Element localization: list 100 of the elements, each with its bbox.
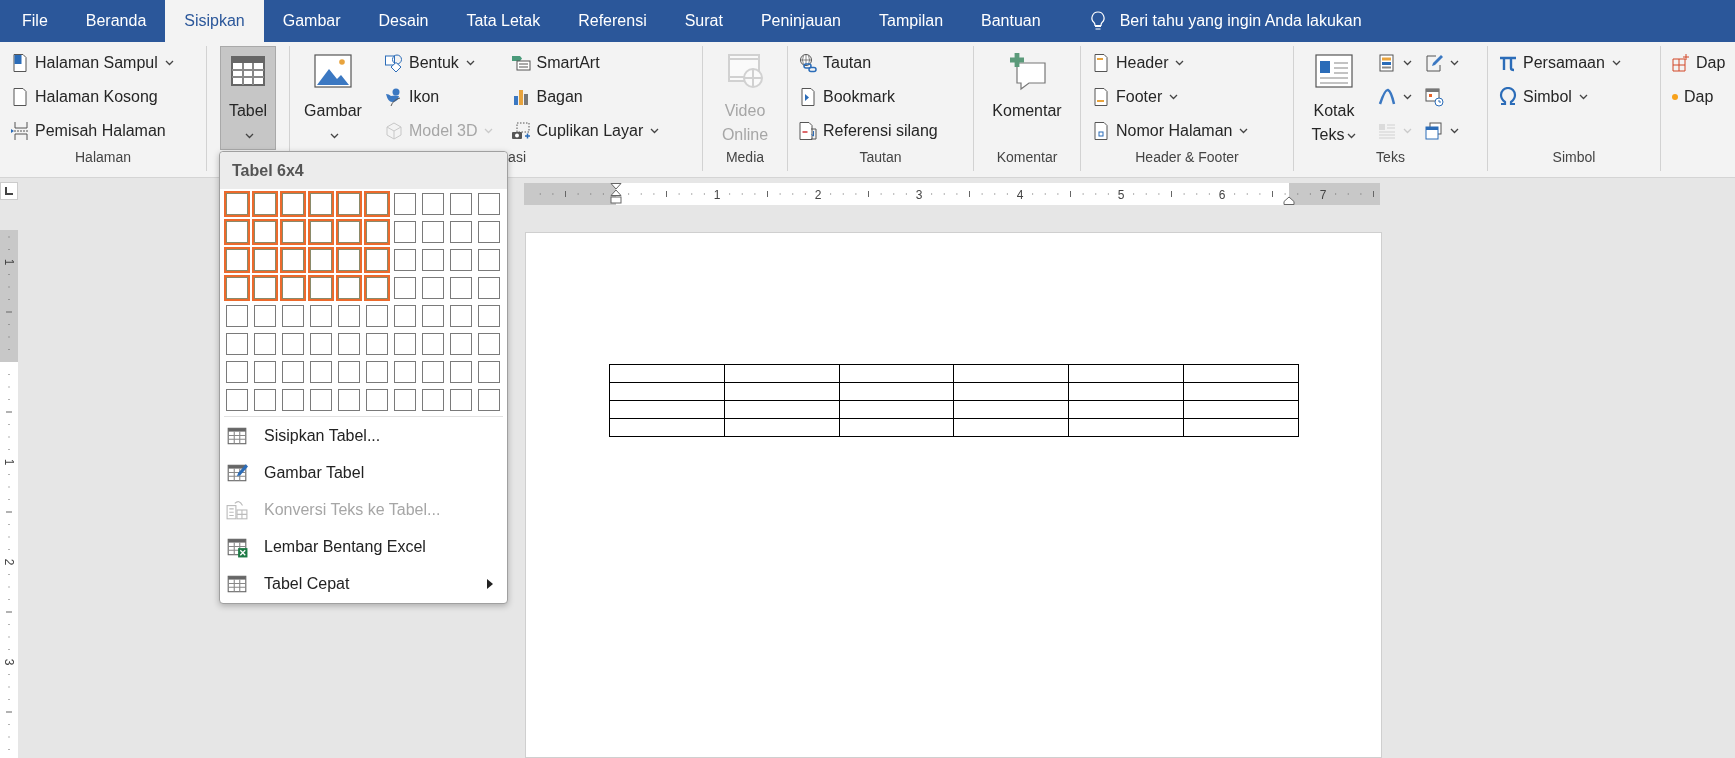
ribbon-tab[interactable]: Bantuan [962,0,1060,42]
ribbon-button[interactable]: SmartArt [507,47,664,78]
ruler-number: 1 [713,187,721,202]
ribbon-tab[interactable]: Surat [665,0,742,42]
grid-cell[interactable] [336,219,362,245]
link-icon [798,52,818,73]
ribbon-button[interactable]: Kotak Teks [1300,46,1368,150]
menu-item[interactable]: Gambar Tabel [220,454,507,491]
indent-marker[interactable] [610,183,622,204]
menu-item[interactable]: Lembar Bentang Excel [220,528,507,565]
image-icon [313,51,353,91]
grid-cell[interactable] [280,247,306,273]
chevron-icon [650,127,660,134]
grid-cell[interactable] [364,247,390,273]
ribbon-button[interactable]: Simbol [1494,81,1625,112]
grid-cell[interactable] [224,191,250,217]
grid-cell[interactable] [308,191,334,217]
chevron-icon [1578,93,1588,100]
grid-cell[interactable] [280,275,306,301]
ribbon-button[interactable]: Cuplikan Layar [507,115,664,146]
ribbon-tab[interactable]: Tata Letak [447,0,560,42]
ribbon-button[interactable]: Pemisah Halaman [6,115,178,146]
page-number-icon [1091,120,1111,141]
ribbon-tab[interactable]: Gambar [263,0,360,42]
grid-cell[interactable] [364,275,390,301]
grid-cell[interactable] [308,247,334,273]
ruler-number: 3 [915,187,923,202]
chevron-icon [1239,127,1249,134]
ribbon-button[interactable]: Gambar [296,46,370,150]
tab-selector-icon [0,182,18,200]
header-icon [1091,52,1111,73]
group-label: Header & Footer [1135,149,1239,165]
menu-item[interactable]: Sisipkan Tabel... [220,417,507,454]
ribbon-button[interactable]: Persamaan [1494,47,1625,78]
chevron-icon [1611,59,1621,66]
grid-cell[interactable] [224,247,250,273]
submenu-arrow-icon [487,578,493,589]
group-label: Halaman [75,149,131,165]
group-label: Teks [1376,149,1405,165]
cover-page-icon [10,52,30,73]
ribbon-tab[interactable]: Sisipkan [165,0,264,42]
ribbon-button[interactable]: Bentuk [380,47,498,78]
calendar-icon [1424,86,1444,107]
grid-cell[interactable] [336,275,362,301]
convert-icon [226,498,248,521]
grid-cell[interactable] [364,219,390,245]
ribbon-button[interactable]: Header [1087,47,1253,78]
grid-cell[interactable] [308,219,334,245]
menu-item[interactable]: Tabel Cepat [220,565,507,602]
ruler-number: 3 [2,658,16,666]
ribbon-tab[interactable]: Peninjauan [741,0,860,42]
ruler-number: 5 [1117,187,1125,202]
add-ins-icon [1671,52,1691,73]
cross-reference-icon [798,120,818,141]
search-field[interactable]: Beri tahu yang ingin Anda lakukan [1119,10,1420,32]
chevron-icon [245,132,254,139]
ribbon-tab[interactable]: File [3,0,67,42]
indent-marker[interactable] [1283,196,1295,205]
ribbon-button[interactable]: Referensi silang [794,115,942,146]
chevron-icon [1347,132,1357,139]
grid-cell[interactable] [224,275,250,301]
ribbon-button[interactable]: Halaman Sampul [6,47,178,78]
text-box-icon [1314,51,1354,91]
ribbon-button[interactable]: Tabel [220,46,276,150]
ribbon-tab[interactable]: Tampilan [860,0,963,42]
ribbon-button[interactable]: Dap [1667,81,1730,112]
ribbon-tab[interactable]: Desain [359,0,448,42]
object-icon [1424,120,1444,141]
menu-title: Tabel 6x4 [220,152,507,189]
ribbon-button[interactable]: Ikon [380,81,498,112]
ribbon-tab[interactable]: Referensi [559,0,666,42]
ribbon-tab[interactable]: Beranda [66,0,166,42]
grid-cell[interactable] [252,275,278,301]
ribbon-button[interactable]: Dap [1667,47,1730,78]
group-label: Komentar [996,149,1058,165]
group-label: asi [508,149,526,165]
ruler-number: 7 [1319,187,1327,202]
grid-cell[interactable] [308,275,334,301]
grid-cell[interactable] [364,191,390,217]
ribbon-button[interactable]: Bagan [507,81,664,112]
ribbon-button[interactable]: Footer [1087,81,1253,112]
comment-icon [1007,51,1047,91]
grid-cell[interactable] [280,191,306,217]
ribbon-button[interactable]: Komentar [987,46,1067,150]
grid-cell[interactable] [252,247,278,273]
grid-cell[interactable] [280,219,306,245]
grid-cell[interactable] [224,219,250,245]
grid-cell[interactable] [336,247,362,273]
cube-icon [384,120,404,141]
ribbon-button[interactable]: Bookmark [794,81,942,112]
grid-cell[interactable] [252,191,278,217]
grid-cell[interactable] [252,219,278,245]
ribbon-button[interactable]: Tautan [794,47,942,78]
grid-cell[interactable] [336,191,362,217]
chevron-icon [1450,59,1459,66]
group-label: Tautan [859,149,902,165]
pen-icon [1424,52,1444,73]
camera-icon [511,120,532,141]
ribbon-button[interactable]: Nomor Halaman [1087,115,1253,146]
ribbon-button[interactable]: Halaman Kosong [6,81,178,112]
